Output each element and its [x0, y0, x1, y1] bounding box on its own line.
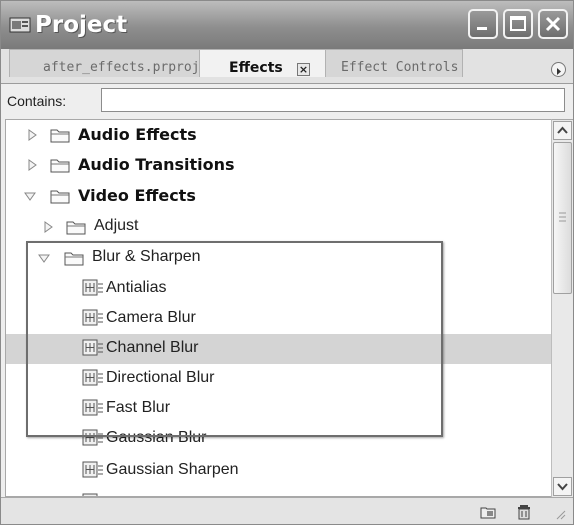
tree-label: Audio Transitions	[78, 155, 235, 174]
close-button[interactable]	[538, 9, 568, 39]
title-bar[interactable]: Project	[1, 1, 573, 50]
tree-label: Gaussian Sharpen	[106, 461, 239, 478]
resize-grip-icon[interactable]	[553, 506, 571, 524]
expand-triangle-icon[interactable]	[42, 221, 54, 233]
scrollbar-thumb[interactable]	[553, 142, 572, 294]
bottom-toolbar	[1, 497, 573, 524]
tree-row-antialias[interactable]: Antialias	[6, 274, 551, 304]
folder-icon	[50, 190, 70, 204]
maximize-icon	[510, 16, 526, 31]
collapse-triangle-icon[interactable]	[24, 190, 36, 202]
video-effect-icon	[82, 369, 103, 386]
play-arrow-icon	[557, 68, 561, 75]
search-input[interactable]	[101, 88, 565, 112]
search-row: Contains:	[1, 84, 573, 118]
contains-label: Contains:	[7, 93, 67, 109]
tree-row-partial[interactable]	[6, 488, 551, 496]
folder-icon	[50, 129, 70, 143]
tree-label: Video Effects	[78, 186, 196, 205]
tree-row-adjust[interactable]: Adjust	[6, 212, 551, 242]
expand-triangle-icon[interactable]	[26, 159, 38, 171]
close-icon	[545, 16, 561, 32]
tree-label: Directional Blur	[106, 369, 215, 386]
vertical-scrollbar[interactable]	[551, 119, 573, 497]
video-effect-icon	[82, 309, 103, 326]
project-window-icon	[9, 16, 31, 34]
tree-row-channel-blur[interactable]: Channel Blur	[6, 334, 551, 364]
tree-row-directional-blur[interactable]: Directional Blur	[6, 364, 551, 394]
window-title: Project	[35, 12, 128, 38]
video-effect-icon	[82, 399, 103, 416]
tab-effects[interactable]: Effects	[229, 56, 283, 82]
tree-row-video-effects[interactable]: Video Effects	[6, 181, 551, 211]
maximize-button[interactable]	[503, 9, 533, 39]
tab-effect-controls[interactable]: Effect Controls	[341, 56, 458, 82]
tab-close-icon[interactable]: ×	[297, 63, 310, 76]
tree-label: Channel Blur	[106, 339, 199, 356]
tree-label: Adjust	[94, 217, 139, 234]
grip-icon	[559, 212, 566, 222]
tree-row-audio-transitions[interactable]: Audio Transitions	[6, 150, 551, 180]
tree-label: Audio Effects	[78, 125, 197, 144]
panel-menu-button[interactable]	[551, 62, 566, 77]
tree-row-audio-effects[interactable]: Audio Effects	[6, 120, 551, 150]
tree-row-blur-sharpen[interactable]: Blur & Sharpen	[6, 243, 551, 273]
tree-label: Gaussian Blur	[106, 429, 207, 446]
tree-row-fast-blur[interactable]: Fast Blur	[6, 394, 551, 424]
tree-label: Antialias	[106, 279, 167, 296]
video-effect-icon	[82, 279, 103, 296]
video-effect-icon	[82, 339, 103, 356]
folder-icon	[66, 221, 86, 235]
tree-row-camera-blur[interactable]: Camera Blur	[6, 304, 551, 334]
video-effect-icon	[82, 461, 103, 478]
folder-icon	[64, 252, 84, 266]
tree-row-gaussian-blur[interactable]: Gaussian Blur	[6, 424, 551, 454]
chevron-down-icon	[557, 483, 568, 491]
trash-icon[interactable]	[515, 503, 533, 521]
minimize-button[interactable]	[468, 9, 498, 39]
scroll-up-button[interactable]	[553, 121, 572, 140]
tree-row-gaussian-sharpen[interactable]: Gaussian Sharpen	[6, 456, 551, 486]
tree-label: Camera Blur	[106, 309, 196, 326]
collapse-triangle-icon[interactable]	[38, 252, 50, 264]
tree-label: Fast Blur	[106, 399, 171, 416]
video-effect-icon	[82, 429, 103, 446]
chevron-up-icon	[557, 126, 568, 134]
tab-strip: after_effects.prproj Effects × Effect Co…	[1, 49, 573, 84]
tree-label: Blur & Sharpen	[92, 248, 201, 265]
project-panel-window: Project after_effects.prproj Effects × E…	[0, 0, 574, 525]
tab-project[interactable]: after_effects.prproj	[43, 56, 200, 82]
new-bin-icon[interactable]	[479, 503, 497, 521]
effects-tree: Audio Effects Audio Transitions Video Ef…	[5, 119, 551, 497]
scroll-down-button[interactable]	[553, 477, 572, 496]
folder-icon	[50, 159, 70, 173]
minimize-icon	[477, 27, 487, 30]
expand-triangle-icon[interactable]	[26, 129, 38, 141]
